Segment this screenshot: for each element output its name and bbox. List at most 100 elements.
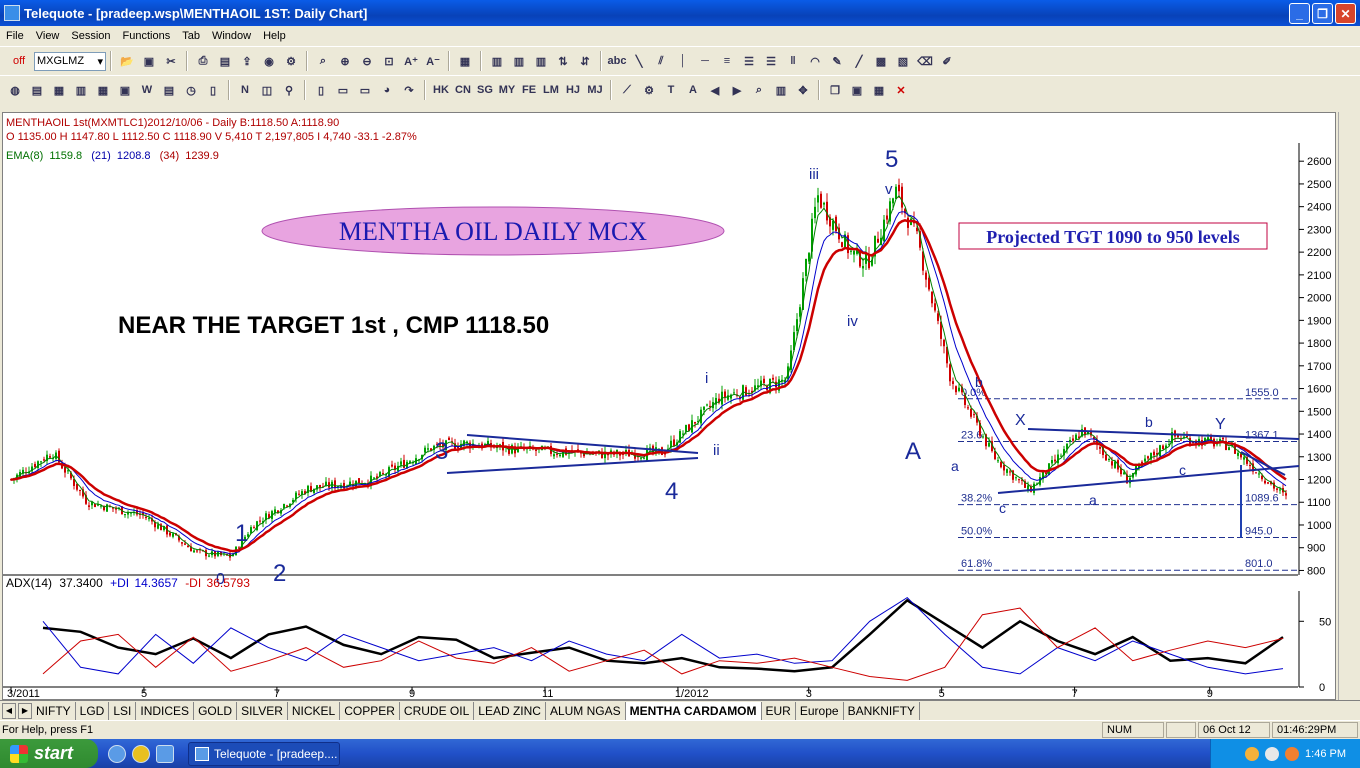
exchange-fe-button[interactable]: FE [519,80,539,100]
compare-icon[interactable]: ▥ [771,80,791,100]
fib-fan-icon[interactable]: ☰ [761,51,781,71]
exchange-sg-button[interactable]: SG [475,80,495,100]
redo-icon[interactable]: ↷ [399,80,419,100]
n-icon[interactable]: N [235,80,255,100]
grid-tool-3-icon[interactable]: ▥ [531,51,551,71]
eraser-icon[interactable]: ⌫ [915,51,935,71]
open-folder-icon[interactable]: 📂 [117,51,137,71]
zoom-out-icon[interactable]: ⊖ [357,51,377,71]
font-color-icon[interactable]: A [683,80,703,100]
zoom-area-icon[interactable]: ⌕ [749,80,769,100]
window-tile-icon[interactable]: ▣ [847,80,867,100]
news-icon[interactable]: ▤ [159,80,179,100]
menu-file[interactable]: File [0,30,30,42]
color-palette-icon[interactable]: ◕ [377,80,397,100]
capture-icon[interactable]: ◉ [259,51,279,71]
quote-window-icon[interactable]: ▤ [27,80,47,100]
table-icon[interactable]: ▦ [49,80,69,100]
chart-window-icon[interactable]: ▥ [71,80,91,100]
menu-help[interactable]: Help [257,30,292,42]
alarm-icon[interactable]: ◷ [181,80,201,100]
grid-tool-1-icon[interactable]: ▥ [487,51,507,71]
print-preview-icon[interactable]: ▤ [215,51,235,71]
menu-view[interactable]: View [30,30,66,42]
exchange-cn-button[interactable]: CN [453,80,473,100]
multi-line-icon[interactable]: ≡ [717,51,737,71]
hatch-tool-icon[interactable]: ▩ [871,51,891,71]
font-smaller-icon[interactable]: A⁻ [423,51,443,71]
tab-next-icon[interactable]: ▶ [18,702,32,719]
fib-retracement-icon[interactable]: ☰ [739,51,759,71]
taskbar-item-telequote[interactable]: Telequote - [pradeep.... [188,741,340,766]
tray-app-icon[interactable] [1285,746,1300,761]
folder-icon[interactable]: ▭ [333,80,353,100]
offline-toggle[interactable]: off [4,55,34,67]
tab-copper[interactable]: COPPER [340,701,400,720]
text-icon[interactable]: T [661,80,681,100]
settings-icon[interactable]: ⚙ [281,51,301,71]
exchange-hj-button[interactable]: HJ [563,80,583,100]
chrome-icon[interactable] [132,744,150,763]
line-chart-icon[interactable]: ⟋ [617,80,637,100]
exchange-my-button[interactable]: MY [497,80,517,100]
zoom-fit-icon[interactable]: ⊡ [379,51,399,71]
tab-lead-zinc[interactable]: LEAD ZINC [474,701,546,720]
exchange-lm-button[interactable]: LM [541,80,561,100]
tab-alum-ngas[interactable]: ALUM NGAS [546,701,626,720]
symbol-select[interactable]: MXGLMZ ▾ [34,51,106,71]
cycle-lines-icon[interactable]: ‖ [783,51,803,71]
text-tool-icon[interactable]: abc [607,51,627,71]
window-grid-icon[interactable]: ▦ [869,80,889,100]
pattern-tool-icon[interactable]: ▧ [893,51,913,71]
start-button[interactable]: start [0,739,98,768]
pen-tool-icon[interactable]: ✎ [827,51,847,71]
menu-session[interactable]: Session [65,30,116,42]
exchange-mj-button[interactable]: MJ [585,80,605,100]
sort-desc-icon[interactable]: ⇵ [575,51,595,71]
zoom-in-icon[interactable]: ⊕ [335,51,355,71]
vertical-scrollbar[interactable] [1338,112,1358,700]
tab-crude-oil[interactable]: CRUDE OIL [400,701,475,720]
horizontal-line-icon[interactable]: ─ [695,51,715,71]
tab-silver[interactable]: SILVER [237,701,288,720]
font-larger-icon[interactable]: A⁺ [401,51,421,71]
exchange-hk-button[interactable]: HK [431,80,451,100]
tab-lgd[interactable]: LGD [76,701,110,720]
tab-gold[interactable]: GOLD [194,701,238,720]
tab-europe[interactable]: Europe [796,701,844,720]
menu-window[interactable]: Window [206,30,257,42]
scroll-left-icon[interactable]: ◀ [705,80,725,100]
calculator-icon[interactable]: ▯ [203,80,223,100]
new-document-icon[interactable]: ▯ [311,80,331,100]
tab-eur[interactable]: EUR [762,701,796,720]
binoculars-icon[interactable]: ⚲ [279,80,299,100]
save-icon[interactable]: ▣ [139,51,159,71]
cut-icon[interactable]: ✂ [161,51,181,71]
globe-icon[interactable]: ◍ [5,80,25,100]
window-cascade-icon[interactable]: ❐ [825,80,845,100]
tray-messenger-icon[interactable] [1245,746,1260,761]
tab-lsi[interactable]: LSI [109,701,137,720]
matrix-icon[interactable]: ▦ [93,80,113,100]
line-tool-icon[interactable]: ╲ [629,51,649,71]
arc-tool-icon[interactable]: ◠ [805,51,825,71]
indicator-icon[interactable]: ⚙ [639,80,659,100]
tab-indices[interactable]: INDICES [136,701,195,720]
scroll-right-icon[interactable]: ▶ [727,80,747,100]
channel-tool-icon[interactable]: ⫽ [651,51,671,71]
crosshair-icon[interactable]: ✥ [793,80,813,100]
close-button[interactable]: ✕ [1335,3,1356,24]
book-icon[interactable]: ◫ [257,80,277,100]
link-icon[interactable]: ▭ [355,80,375,100]
sort-asc-icon[interactable]: ⇅ [553,51,573,71]
option-chain-icon[interactable]: ▣ [115,80,135,100]
menu-functions[interactable]: Functions [117,30,177,42]
tab-nifty[interactable]: NIFTY [32,701,76,720]
export-icon[interactable]: ⇪ [237,51,257,71]
search-icon[interactable]: ⌕ [313,51,333,71]
trend-line-icon[interactable]: ╱ [849,51,869,71]
minimize-button[interactable]: _ [1289,3,1310,24]
desktop-icon[interactable] [156,744,174,763]
restore-button[interactable]: ❐ [1312,3,1333,24]
layout-icon[interactable]: ▦ [455,51,475,71]
